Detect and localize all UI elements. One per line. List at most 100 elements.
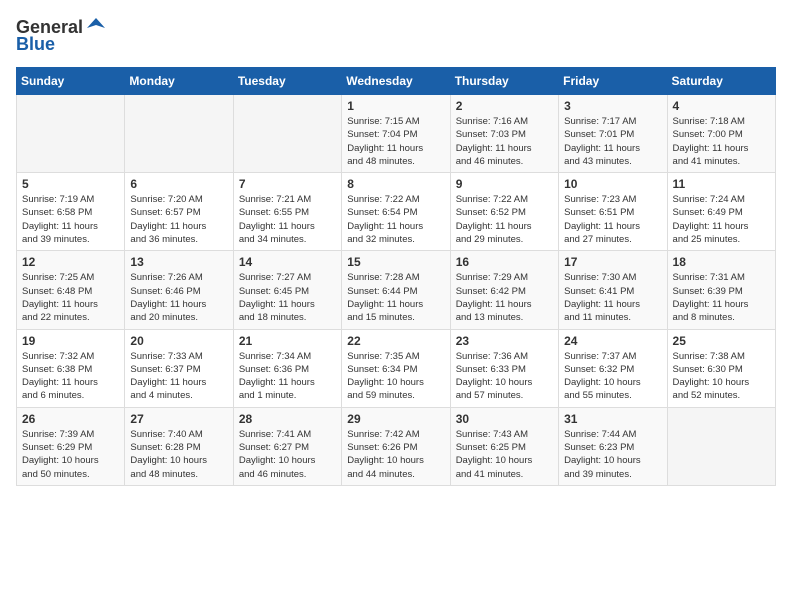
day-info: Sunrise: 7:24 AM Sunset: 6:49 PM Dayligh… (673, 193, 770, 246)
weekday-header-saturday: Saturday (667, 68, 775, 95)
day-info: Sunrise: 7:22 AM Sunset: 6:54 PM Dayligh… (347, 193, 444, 246)
calendar-cell: 23Sunrise: 7:36 AM Sunset: 6:33 PM Dayli… (450, 329, 558, 407)
day-number: 4 (673, 99, 770, 113)
day-info: Sunrise: 7:31 AM Sunset: 6:39 PM Dayligh… (673, 271, 770, 324)
calendar-cell: 12 Sunrise: 7:25 AM Sunset: 6:48 PM Dayli… (17, 251, 125, 329)
weekday-header-tuesday: Tuesday (233, 68, 341, 95)
calendar-cell: 19 Sunrise: 7:32 AM Sunset: 6:38 PM Dayli… (17, 329, 125, 407)
day-number: 30 (456, 412, 553, 426)
day-info: Sunrise: 7:20 AM Sunset: 6:57 PM Dayligh… (130, 193, 227, 246)
calendar-cell: 31Sunrise: 7:44 AM Sunset: 6:23 PM Dayli… (559, 407, 667, 485)
day-info: Sunrise: 7:21 AM Sunset: 6:55 PM Dayligh… (239, 193, 336, 246)
calendar-cell: 7 Sunrise: 7:21 AM Sunset: 6:55 PM Daylig… (233, 173, 341, 251)
day-info: Sunrise: 7:30 AM Sunset: 6:41 PM Dayligh… (564, 271, 661, 324)
calendar-cell: 14 Sunrise: 7:27 AM Sunset: 6:45 PM Dayli… (233, 251, 341, 329)
calendar-cell: 13Sunrise: 7:26 AM Sunset: 6:46 PM Dayli… (125, 251, 233, 329)
day-info: Sunrise: 7:36 AM Sunset: 6:33 PM Dayligh… (456, 350, 553, 403)
day-info: Sunrise: 7:34 AM Sunset: 6:36 PM Dayligh… (239, 350, 336, 403)
day-number: 10 (564, 177, 661, 191)
calendar-cell: 8 Sunrise: 7:22 AM Sunset: 6:54 PM Daylig… (342, 173, 450, 251)
day-info: Sunrise: 7:25 AM Sunset: 6:48 PM Dayligh… (22, 271, 119, 324)
day-info: Sunrise: 7:42 AM Sunset: 6:26 PM Dayligh… (347, 428, 444, 481)
calendar-cell: 21 Sunrise: 7:34 AM Sunset: 6:36 PM Dayli… (233, 329, 341, 407)
calendar-cell (17, 95, 125, 173)
calendar-cell: 28Sunrise: 7:41 AM Sunset: 6:27 PM Dayli… (233, 407, 341, 485)
day-number: 6 (130, 177, 227, 191)
day-info: Sunrise: 7:35 AM Sunset: 6:34 PM Dayligh… (347, 350, 444, 403)
calendar-cell: 2 Sunrise: 7:16 AM Sunset: 7:03 PM Daylig… (450, 95, 558, 173)
weekday-header-row: SundayMondayTuesdayWednesdayThursdayFrid… (17, 68, 776, 95)
calendar-cell: 22 Sunrise: 7:35 AM Sunset: 6:34 PM Dayli… (342, 329, 450, 407)
calendar-cell: 15 Sunrise: 7:28 AM Sunset: 6:44 PM Dayli… (342, 251, 450, 329)
day-info: Sunrise: 7:23 AM Sunset: 6:51 PM Dayligh… (564, 193, 661, 246)
day-number: 19 (22, 334, 119, 348)
day-number: 2 (456, 99, 553, 113)
day-info: Sunrise: 7:41 AM Sunset: 6:27 PM Dayligh… (239, 428, 336, 481)
calendar-week-row: 26 Sunrise: 7:39 AM Sunset: 6:29 PM Dayli… (17, 407, 776, 485)
day-info: Sunrise: 7:39 AM Sunset: 6:29 PM Dayligh… (22, 428, 119, 481)
calendar-cell: 17 Sunrise: 7:30 AM Sunset: 6:41 PM Dayli… (559, 251, 667, 329)
page-header: General Blue (16, 16, 776, 55)
calendar-cell: 4 Sunrise: 7:18 AM Sunset: 7:00 PM Daylig… (667, 95, 775, 173)
day-info: Sunrise: 7:18 AM Sunset: 7:00 PM Dayligh… (673, 115, 770, 168)
calendar-cell: 3 Sunrise: 7:17 AM Sunset: 7:01 PM Daylig… (559, 95, 667, 173)
day-number: 16 (456, 255, 553, 269)
calendar-cell: 16Sunrise: 7:29 AM Sunset: 6:42 PM Dayli… (450, 251, 558, 329)
calendar-cell: 11 Sunrise: 7:24 AM Sunset: 6:49 PM Dayli… (667, 173, 775, 251)
weekday-header-thursday: Thursday (450, 68, 558, 95)
calendar-week-row: 19 Sunrise: 7:32 AM Sunset: 6:38 PM Dayli… (17, 329, 776, 407)
logo-bird-icon (85, 16, 107, 38)
calendar-cell: 5Sunrise: 7:19 AM Sunset: 6:58 PM Daylig… (17, 173, 125, 251)
day-info: Sunrise: 7:17 AM Sunset: 7:01 PM Dayligh… (564, 115, 661, 168)
day-number: 26 (22, 412, 119, 426)
day-info: Sunrise: 7:43 AM Sunset: 6:25 PM Dayligh… (456, 428, 553, 481)
calendar-cell: 10 Sunrise: 7:23 AM Sunset: 6:51 PM Dayli… (559, 173, 667, 251)
day-number: 14 (239, 255, 336, 269)
day-info: Sunrise: 7:38 AM Sunset: 6:30 PM Dayligh… (673, 350, 770, 403)
day-number: 11 (673, 177, 770, 191)
calendar-cell: 24 Sunrise: 7:37 AM Sunset: 6:32 PM Dayli… (559, 329, 667, 407)
day-number: 29 (347, 412, 444, 426)
calendar-cell: 29 Sunrise: 7:42 AM Sunset: 6:26 PM Dayli… (342, 407, 450, 485)
day-number: 12 (22, 255, 119, 269)
calendar-cell: 18 Sunrise: 7:31 AM Sunset: 6:39 PM Dayli… (667, 251, 775, 329)
calendar-cell: 9 Sunrise: 7:22 AM Sunset: 6:52 PM Daylig… (450, 173, 558, 251)
day-info: Sunrise: 7:19 AM Sunset: 6:58 PM Dayligh… (22, 193, 119, 246)
day-number: 18 (673, 255, 770, 269)
calendar-cell: 20 Sunrise: 7:33 AM Sunset: 6:37 PM Dayli… (125, 329, 233, 407)
calendar-cell (233, 95, 341, 173)
logo: General Blue (16, 16, 107, 55)
weekday-header-sunday: Sunday (17, 68, 125, 95)
day-number: 25 (673, 334, 770, 348)
day-number: 27 (130, 412, 227, 426)
day-number: 17 (564, 255, 661, 269)
calendar-week-row: 1Sunrise: 7:15 AM Sunset: 7:04 PM Daylig… (17, 95, 776, 173)
calendar-week-row: 12 Sunrise: 7:25 AM Sunset: 6:48 PM Dayli… (17, 251, 776, 329)
day-number: 15 (347, 255, 444, 269)
day-number: 20 (130, 334, 227, 348)
day-info: Sunrise: 7:22 AM Sunset: 6:52 PM Dayligh… (456, 193, 553, 246)
day-info: Sunrise: 7:37 AM Sunset: 6:32 PM Dayligh… (564, 350, 661, 403)
calendar-cell (125, 95, 233, 173)
calendar-week-row: 5Sunrise: 7:19 AM Sunset: 6:58 PM Daylig… (17, 173, 776, 251)
day-number: 24 (564, 334, 661, 348)
weekday-header-wednesday: Wednesday (342, 68, 450, 95)
day-number: 9 (456, 177, 553, 191)
day-number: 7 (239, 177, 336, 191)
calendar-cell (667, 407, 775, 485)
calendar-cell: 27 Sunrise: 7:40 AM Sunset: 6:28 PM Dayli… (125, 407, 233, 485)
calendar-cell: 6 Sunrise: 7:20 AM Sunset: 6:57 PM Daylig… (125, 173, 233, 251)
calendar-table: SundayMondayTuesdayWednesdayThursdayFrid… (16, 67, 776, 486)
calendar-cell: 26 Sunrise: 7:39 AM Sunset: 6:29 PM Dayli… (17, 407, 125, 485)
day-number: 22 (347, 334, 444, 348)
day-info: Sunrise: 7:40 AM Sunset: 6:28 PM Dayligh… (130, 428, 227, 481)
day-number: 8 (347, 177, 444, 191)
day-number: 3 (564, 99, 661, 113)
day-info: Sunrise: 7:27 AM Sunset: 6:45 PM Dayligh… (239, 271, 336, 324)
day-info: Sunrise: 7:28 AM Sunset: 6:44 PM Dayligh… (347, 271, 444, 324)
day-info: Sunrise: 7:16 AM Sunset: 7:03 PM Dayligh… (456, 115, 553, 168)
day-number: 21 (239, 334, 336, 348)
day-info: Sunrise: 7:26 AM Sunset: 6:46 PM Dayligh… (130, 271, 227, 324)
day-info: Sunrise: 7:32 AM Sunset: 6:38 PM Dayligh… (22, 350, 119, 403)
day-info: Sunrise: 7:33 AM Sunset: 6:37 PM Dayligh… (130, 350, 227, 403)
